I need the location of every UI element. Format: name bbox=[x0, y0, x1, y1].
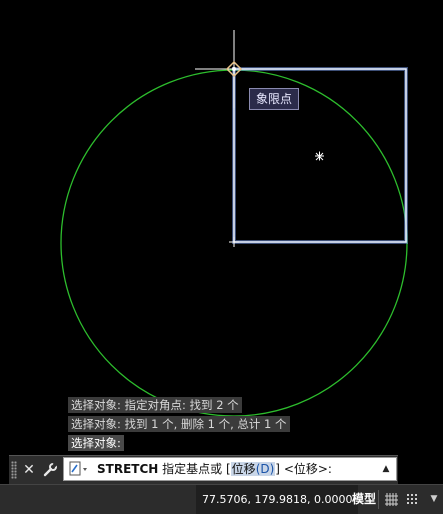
crosshair-cursor bbox=[195, 30, 235, 108]
history-line-1: 选择对象: 指定对角点: 找到 2 个 bbox=[68, 397, 242, 413]
corner-grip-marker bbox=[229, 237, 239, 247]
command-prompt-text: STRETCH 指定基点或 [位移(D)] <位移>: bbox=[97, 458, 332, 480]
model-tab[interactable]: 模型 bbox=[348, 490, 380, 509]
drawing-viewport[interactable]: 象限点 选择对象: 指定对角点: 找到 2 个 选择对象: 找到 1 个, 删除… bbox=[0, 0, 443, 455]
command-name: STRETCH bbox=[97, 462, 159, 476]
status-bar: 77.5706, 179.9818, 0.0000 模型 ▼ bbox=[0, 484, 443, 514]
wrench-icon[interactable] bbox=[41, 460, 59, 480]
grid-icon[interactable] bbox=[384, 491, 400, 508]
command-bar: ✕ STRETCH 指定基点或 [位移(D)] <位移>: ▲ bbox=[9, 455, 398, 485]
coordinate-readout[interactable]: 77.5706, 179.9818, 0.0000 bbox=[196, 485, 359, 514]
center-point-marker bbox=[315, 151, 324, 161]
history-line-2: 选择对象: 找到 1 个, 删除 1 个, 总计 1 个 bbox=[68, 416, 290, 432]
bracket-close: ] bbox=[275, 462, 280, 476]
snap-icon[interactable] bbox=[405, 491, 421, 508]
command-prompt-icon[interactable] bbox=[68, 460, 90, 478]
history-line-3: 选择对象: bbox=[68, 435, 124, 451]
snap-tooltip: 象限点 bbox=[249, 88, 300, 110]
option-displacement[interactable]: 位移(D) bbox=[230, 462, 276, 476]
default-value: <位移>: bbox=[283, 462, 332, 476]
chevron-up-icon[interactable]: ▲ bbox=[380, 461, 392, 477]
drag-grip-icon[interactable] bbox=[11, 461, 17, 479]
option-label: 位移 bbox=[231, 462, 256, 476]
status-divider bbox=[378, 490, 379, 509]
close-icon[interactable]: ✕ bbox=[20, 460, 38, 480]
bracket-open: [ bbox=[225, 462, 231, 476]
drawing-canvas[interactable] bbox=[0, 0, 443, 455]
chevron-down-icon[interactable]: ▼ bbox=[426, 491, 442, 508]
prompt-text: 指定基点或 bbox=[162, 462, 223, 476]
command-input[interactable]: STRETCH 指定基点或 [位移(D)] <位移>: ▲ bbox=[63, 457, 397, 481]
option-key: (D) bbox=[255, 462, 275, 476]
